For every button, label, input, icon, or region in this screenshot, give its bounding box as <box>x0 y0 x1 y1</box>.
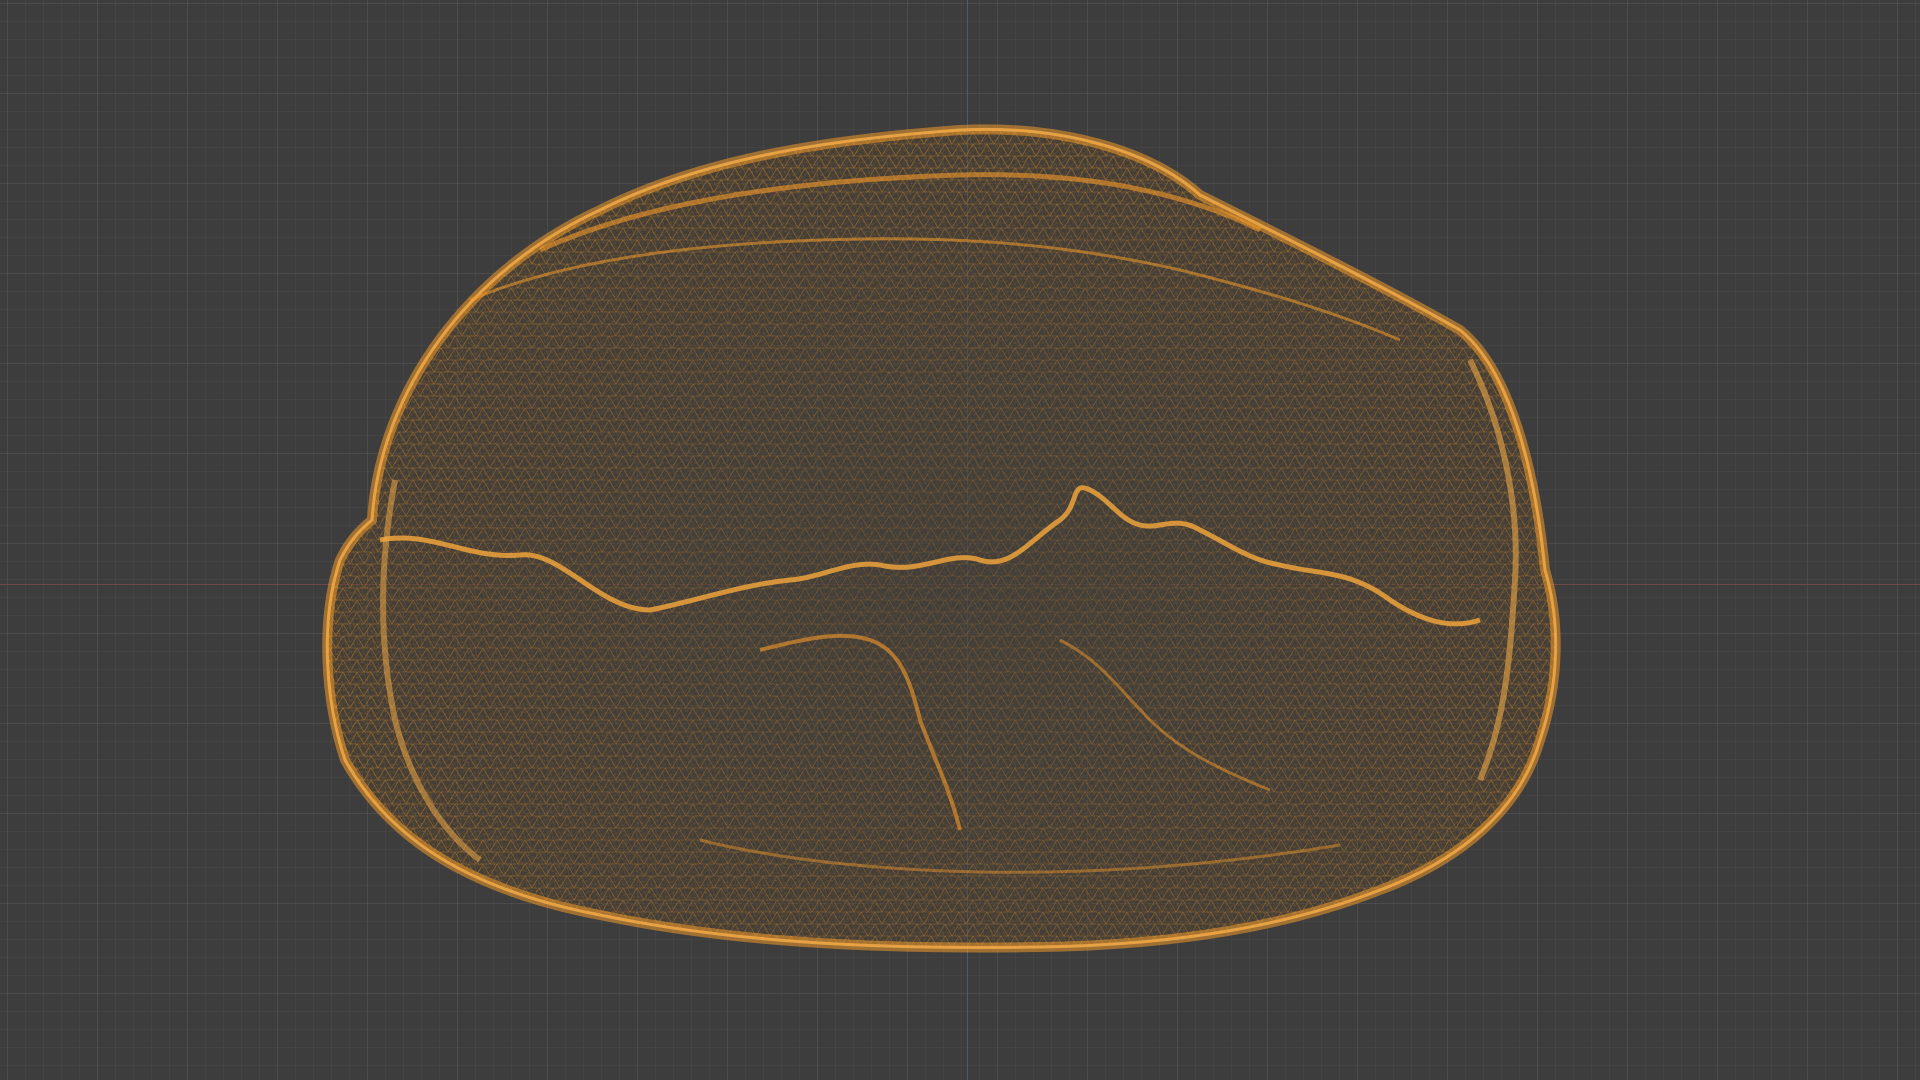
mesh-surface <box>327 129 1556 948</box>
3d-viewport[interactable] <box>0 0 1920 1080</box>
wireframe-mesh[interactable] <box>0 0 1920 1080</box>
